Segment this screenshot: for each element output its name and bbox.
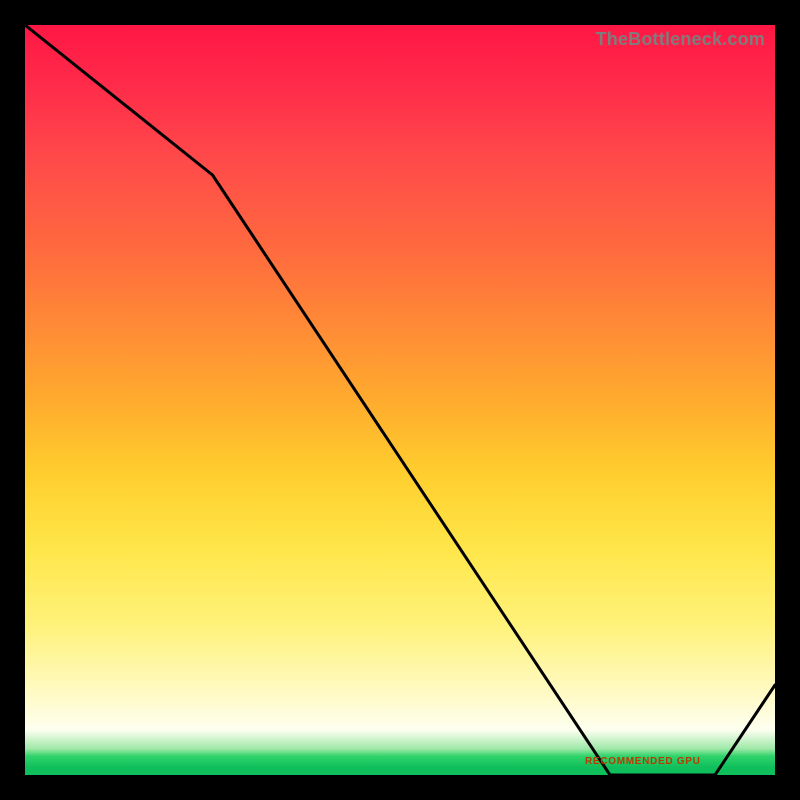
plot-area: TheBottleneck.com RECOMMENDED GPU <box>25 25 775 775</box>
chart-frame: TheBottleneck.com RECOMMENDED GPU <box>0 0 800 800</box>
bottleneck-curve <box>25 25 775 775</box>
recommended-gpu-label: RECOMMENDED GPU <box>585 756 701 767</box>
